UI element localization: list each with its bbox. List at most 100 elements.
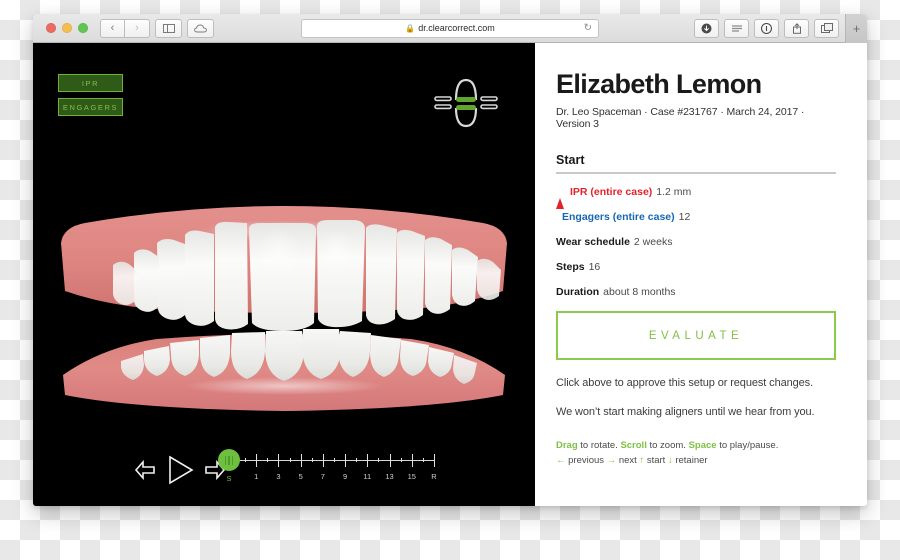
spec-list: IPR (entire case) 1.2 mm Engagers (entir… bbox=[556, 186, 836, 298]
tick-minor bbox=[400, 458, 402, 462]
tab-overview-icon[interactable] bbox=[814, 18, 839, 38]
tick-label: 15 bbox=[407, 472, 416, 481]
spec-steps: Steps 16 bbox=[556, 261, 836, 273]
toggle-ipr[interactable]: IPR bbox=[58, 74, 123, 92]
sidebar-glyph bbox=[162, 23, 175, 33]
spec-engagers: Engagers (entire case) 12 bbox=[556, 211, 836, 223]
spec-duration: Duration about 8 months bbox=[556, 286, 836, 298]
address-bar[interactable]: 🔒 dr.clearcorrect.com ↻ bbox=[301, 18, 599, 38]
toolbar-right-group: + bbox=[689, 14, 867, 43]
help-scroll-text: to zoom. bbox=[646, 440, 689, 452]
help-scroll-key: Scroll bbox=[620, 440, 647, 452]
lock-icon: 🔒 bbox=[405, 23, 416, 33]
tick-major bbox=[367, 454, 369, 467]
tick-label: 13 bbox=[385, 472, 394, 481]
section-divider bbox=[556, 172, 836, 175]
right-arrow-icon: → bbox=[606, 455, 617, 467]
help-space-key: Space bbox=[688, 440, 717, 452]
section-title: Start bbox=[556, 153, 585, 168]
help-line-2: ← previous → next ↑ start ↓ retainer bbox=[556, 454, 836, 469]
left-arrow-icon: ← bbox=[556, 455, 566, 467]
pause-bar bbox=[224, 455, 227, 465]
treatment-3d-viewer[interactable]: IPR ENGAGERS 1 3 5 7 9 11 13 15 R S bbox=[33, 43, 535, 506]
timeline-controls: 1 3 5 7 9 11 13 15 R S bbox=[33, 449, 535, 486]
tick-minor bbox=[289, 458, 291, 462]
playback-buttons bbox=[134, 450, 226, 485]
spec-value: 2 weeks bbox=[633, 236, 673, 249]
tick-label: 7 bbox=[320, 472, 325, 481]
tick-minor bbox=[245, 458, 247, 462]
reader-glyph bbox=[731, 25, 742, 32]
tick-minor bbox=[334, 458, 335, 462]
page-content: IPR ENGAGERS 1 3 5 7 9 11 13 15 R S Eliz… bbox=[33, 43, 867, 506]
evaluate-button[interactable]: EVALUATE bbox=[556, 311, 836, 361]
tick-label: 11 bbox=[363, 472, 372, 481]
help-retainer-text: retainer bbox=[672, 455, 708, 467]
red-triangle-icon bbox=[556, 186, 564, 210]
tick-label: 9 bbox=[343, 472, 348, 481]
reader-icon[interactable] bbox=[724, 18, 749, 38]
shield-info-glyph bbox=[761, 22, 772, 34]
tick-major bbox=[278, 454, 280, 467]
close-window-button[interactable] bbox=[46, 23, 56, 33]
playhead-marker[interactable] bbox=[218, 449, 240, 471]
tick-minor bbox=[356, 458, 358, 462]
tick-label: 5 bbox=[298, 472, 303, 481]
cloud-glyph bbox=[194, 24, 207, 32]
step-scrubber[interactable]: 1 3 5 7 9 11 13 15 R S bbox=[218, 449, 437, 486]
reload-icon[interactable]: ↻ bbox=[584, 23, 592, 34]
tick-minor bbox=[267, 458, 269, 462]
arch-selector-icon[interactable] bbox=[433, 74, 499, 135]
tabs-glyph bbox=[820, 23, 833, 33]
pause-bar bbox=[228, 455, 230, 465]
browser-toolbar: ‹ › 🔒 dr.clearcorrect.com ↻ + bbox=[33, 14, 867, 43]
new-tab-button[interactable]: + bbox=[845, 14, 867, 43]
minimize-window-button[interactable] bbox=[62, 23, 72, 33]
spec-ipr: IPR (entire case) 1.2 mm bbox=[556, 186, 836, 210]
toggle-engagers[interactable]: ENGAGERS bbox=[58, 98, 123, 116]
spec-label: Duration bbox=[556, 286, 600, 299]
spec-value: about 8 months bbox=[603, 286, 676, 299]
icloud-tabs-icon[interactable] bbox=[187, 18, 214, 38]
url-text: dr.clearcorrect.com bbox=[418, 23, 495, 33]
forward-button[interactable]: › bbox=[125, 18, 150, 38]
share-icon[interactable] bbox=[784, 18, 809, 38]
maximize-window-button[interactable] bbox=[78, 23, 88, 33]
page-title: Elizabeth Lemon bbox=[556, 69, 762, 99]
spec-value: 1.2 mm bbox=[656, 186, 692, 199]
tick-major bbox=[345, 454, 347, 467]
help-space-text: to play/pause. bbox=[716, 440, 779, 452]
aligner-note: We won’t start making aligners until we … bbox=[556, 406, 815, 419]
tick-major bbox=[300, 454, 302, 467]
play-icon[interactable] bbox=[165, 455, 195, 485]
approve-note: Click above to approve this setup or req… bbox=[556, 377, 814, 390]
window-controls bbox=[46, 23, 88, 33]
help-line-1: Drag to rotate. Scroll to zoom. Space to… bbox=[556, 439, 836, 454]
tick-minor bbox=[311, 458, 313, 462]
case-meta: Dr. Leo Spaceman · Case #231767 · March … bbox=[556, 106, 805, 131]
previous-step-icon[interactable] bbox=[134, 460, 156, 480]
spec-value: 12 bbox=[678, 211, 691, 224]
tick-minor bbox=[378, 458, 380, 462]
navigation-buttons: ‹ › bbox=[100, 18, 150, 38]
browser-window: ‹ › 🔒 dr.clearcorrect.com ↻ + IPR ENGAGE… bbox=[33, 14, 867, 506]
privacy-report-icon[interactable] bbox=[754, 18, 779, 38]
tick-major bbox=[389, 454, 391, 467]
back-button[interactable]: ‹ bbox=[100, 18, 125, 38]
spec-label: Steps bbox=[556, 261, 585, 274]
spec-label: IPR (entire case) bbox=[570, 186, 653, 199]
tick-label: R bbox=[431, 472, 437, 481]
case-info-panel: Elizabeth Lemon Dr. Leo Spaceman · Case … bbox=[535, 43, 867, 506]
help-drag-key: Drag bbox=[556, 440, 578, 452]
spec-label: Engagers (entire case) bbox=[562, 211, 675, 224]
help-next-text: next bbox=[616, 455, 640, 467]
help-drag-text: to rotate. bbox=[577, 440, 621, 452]
tick-label: 1 bbox=[254, 472, 259, 481]
layer-toggle-group: IPR ENGAGERS bbox=[58, 74, 123, 116]
sidebar-icon[interactable] bbox=[155, 18, 182, 38]
help-start-text: start bbox=[644, 455, 668, 467]
pause-bar bbox=[231, 455, 234, 465]
tick-major bbox=[434, 454, 435, 467]
spec-wear-schedule: Wear schedule 2 weeks bbox=[556, 236, 836, 248]
downloads-icon[interactable] bbox=[694, 18, 719, 38]
